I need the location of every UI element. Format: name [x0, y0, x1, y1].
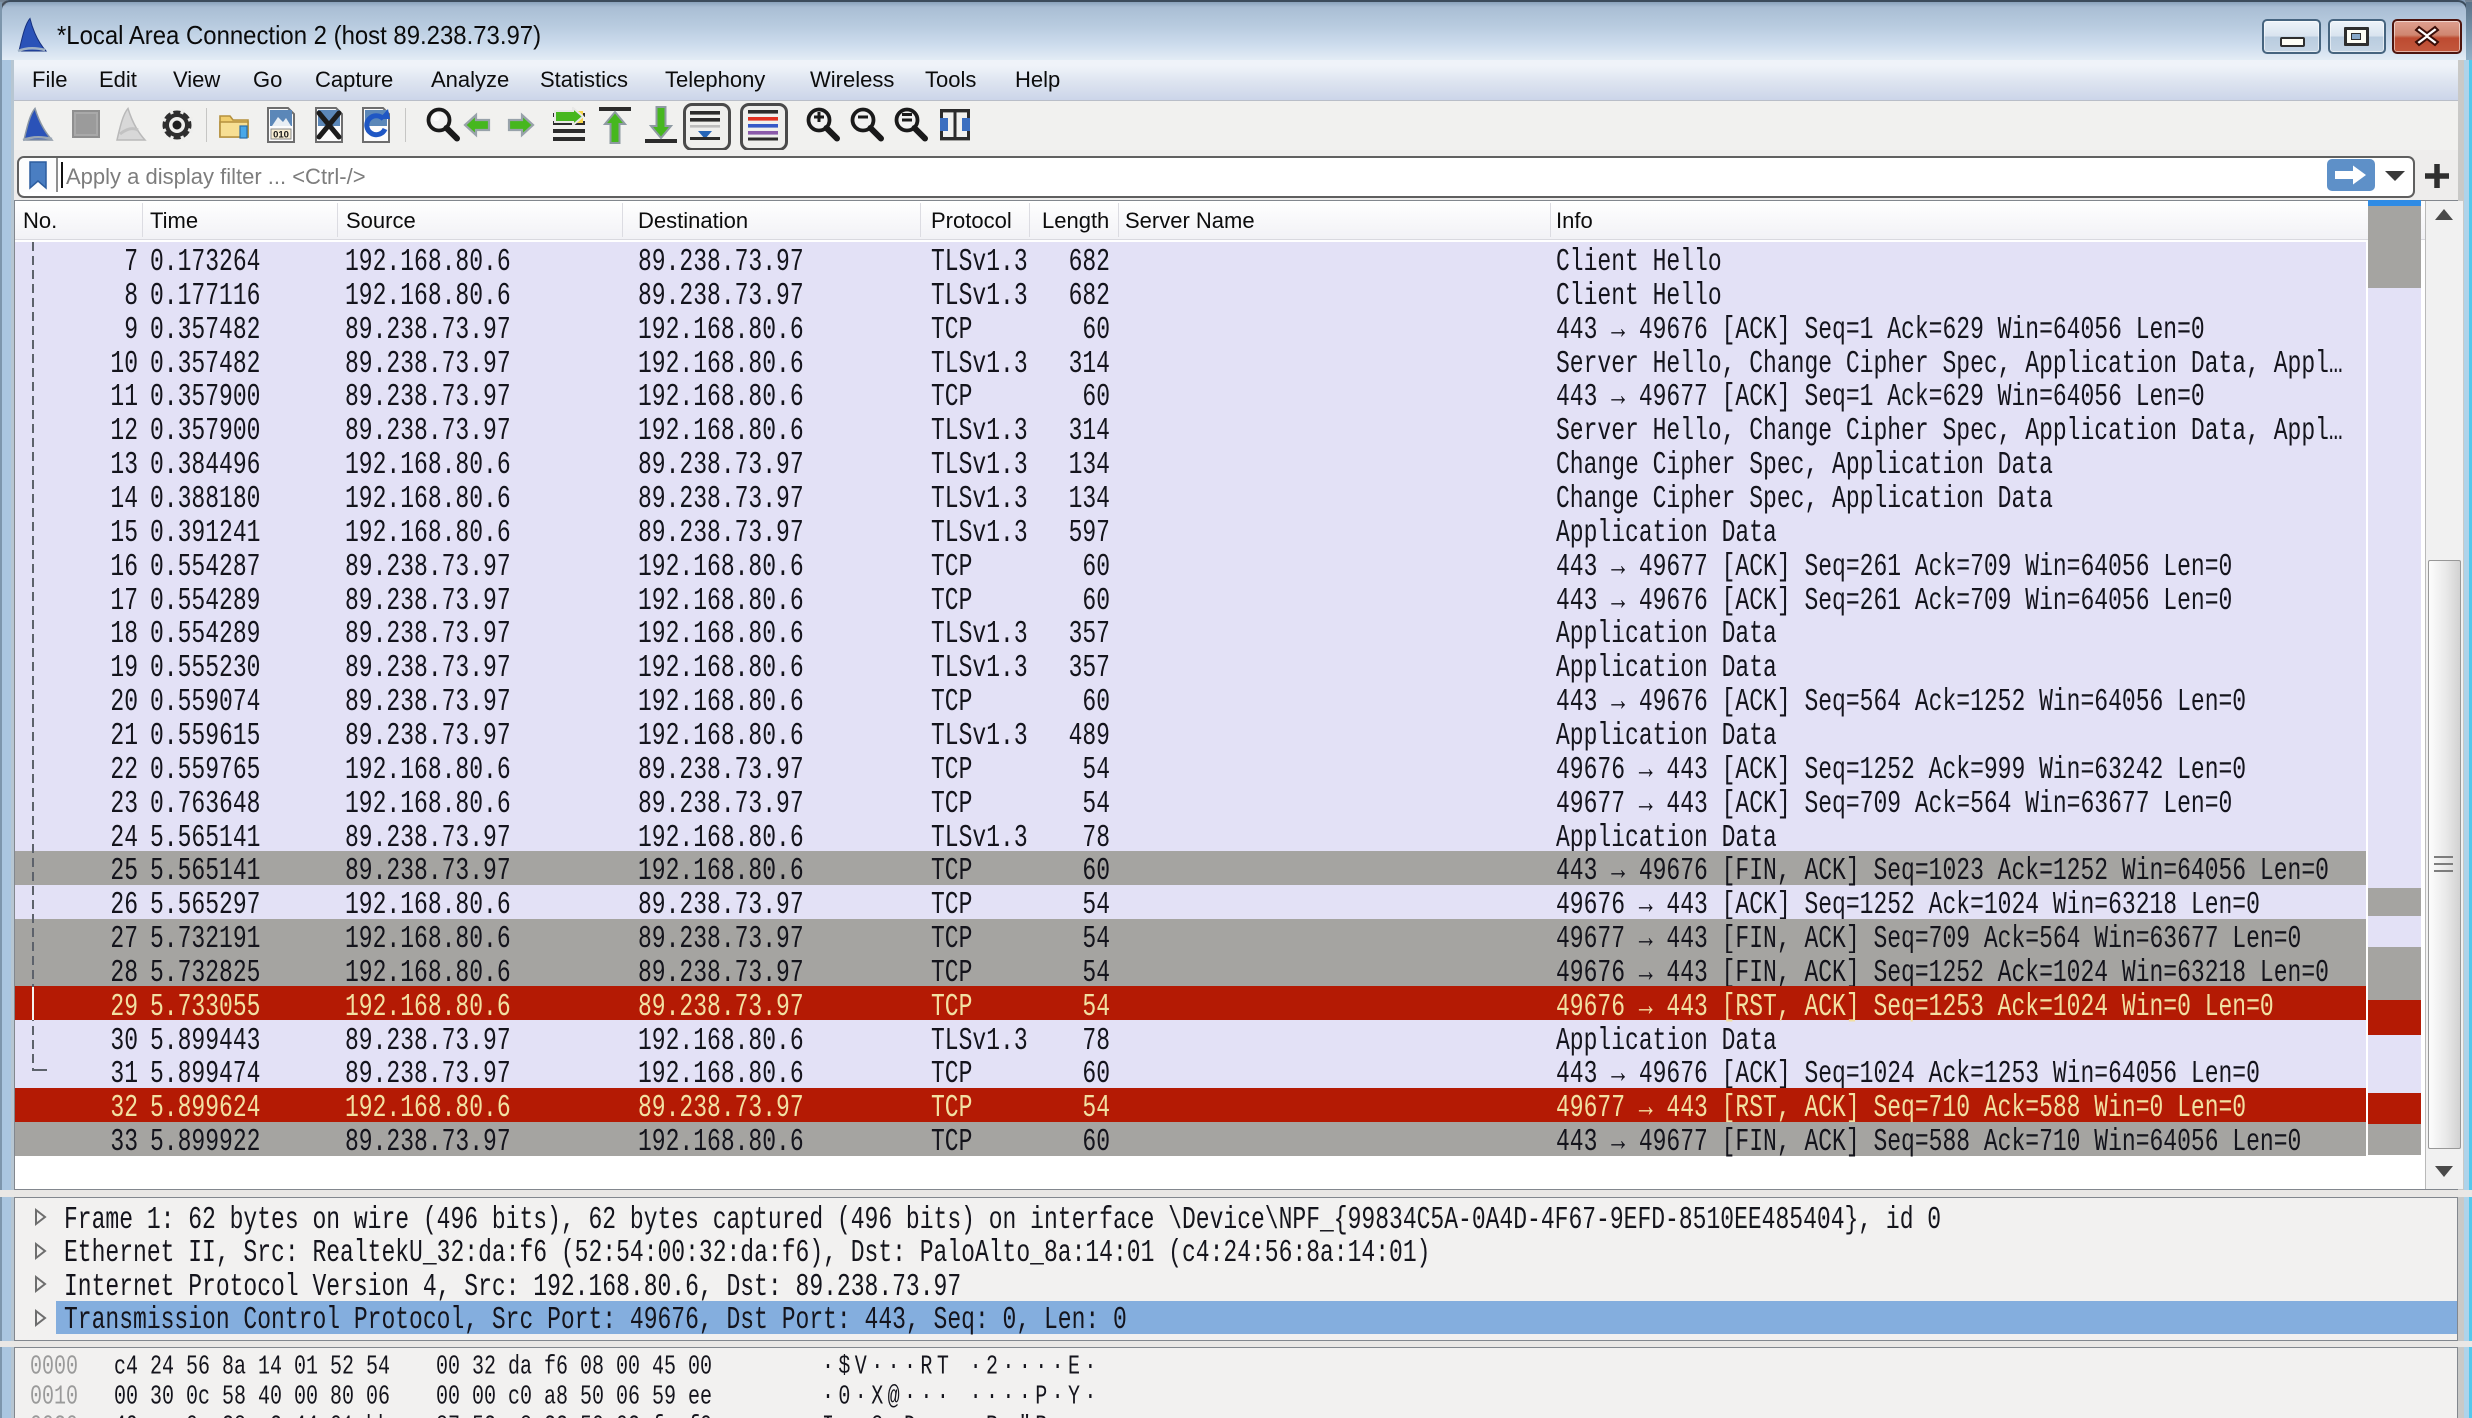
svg-text:010: 010	[273, 130, 289, 141]
